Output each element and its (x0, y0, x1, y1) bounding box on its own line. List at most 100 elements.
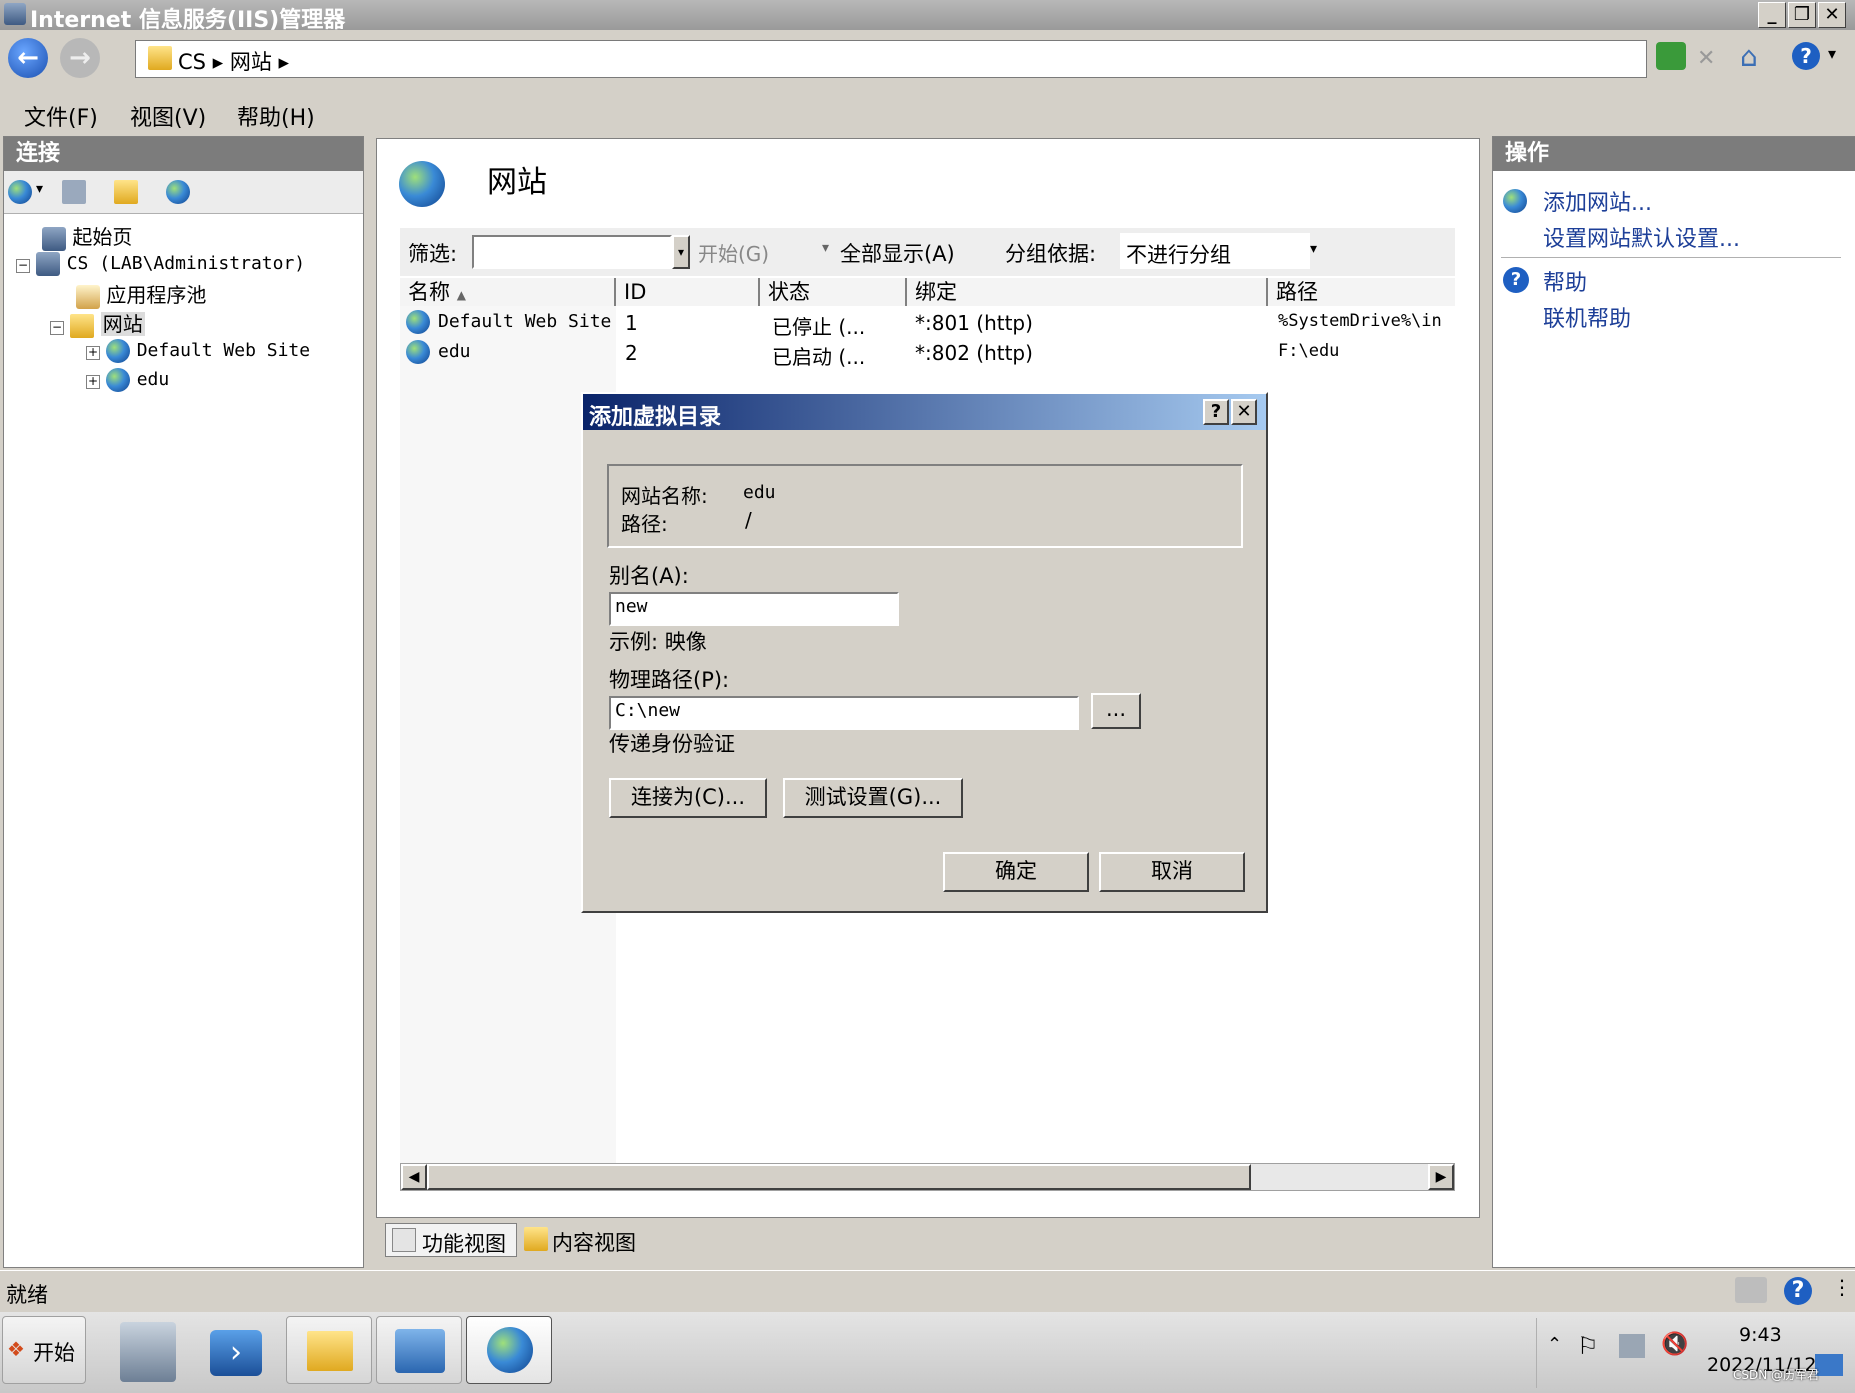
actions-header: 操作 (1493, 137, 1855, 171)
breadcrumb: CS ▸ 网站 ▸ (178, 50, 290, 74)
alias-example: 示例: 映像 (609, 630, 707, 654)
column-header-id[interactable]: ID (616, 278, 760, 306)
connect-dropdown-icon[interactable]: ▾ (36, 181, 43, 197)
collapse-icon[interactable]: − (16, 259, 30, 273)
watermark: CSDN @历军君 (1733, 1368, 1820, 1382)
physical-path-value: C:\new (615, 700, 681, 721)
tree-label: CS (LAB\Administrator) (66, 253, 306, 274)
tree-item-app-pools[interactable]: 应用程序池 (76, 279, 206, 309)
content-view-tab[interactable]: 内容视图 (520, 1223, 652, 1257)
disconnect-icon[interactable] (166, 180, 190, 204)
cell-status: 已启动 (... (772, 345, 866, 369)
menu-help[interactable]: 帮助(H) (237, 100, 315, 132)
show-desktop-icon[interactable] (1815, 1354, 1843, 1376)
connect-as-button[interactable]: 连接为(C)... (609, 778, 767, 818)
ok-button[interactable]: 确定 (943, 852, 1089, 892)
cancel-button[interactable]: 取消 (1099, 852, 1245, 892)
start-dropdown-icon[interactable]: ▾ (822, 240, 829, 256)
forward-arrow-icon[interactable]: → (60, 38, 100, 78)
system-tray: ⌃ ⚐ 🔇 9:43 2022/11/12 CSDN @历军君 (1536, 1318, 1855, 1388)
expand-icon[interactable]: + (86, 375, 100, 389)
iis-manager-task[interactable] (466, 1316, 552, 1384)
help-dropdown-icon[interactable]: ▾ (1828, 44, 1836, 63)
alias-input-value: new (615, 596, 648, 617)
online-help-link[interactable]: 联机帮助 (1543, 301, 1631, 333)
tree-item-server[interactable]: − CS (LAB\Administrator) (16, 250, 305, 278)
cell-path: F:\edu (1278, 341, 1340, 361)
start-button[interactable]: ❖ 开始 (2, 1316, 86, 1384)
column-header-status[interactable]: 状态 (760, 278, 907, 306)
minimize-button[interactable]: _ (1758, 2, 1786, 28)
status-help-icon[interactable]: ? (1784, 1277, 1812, 1305)
scroll-thumb[interactable] (427, 1164, 1251, 1190)
flag-icon[interactable]: ⚐ (1577, 1332, 1599, 1360)
tree-label: 起始页 (72, 225, 133, 249)
group-dropdown-icon[interactable]: ▾ (1310, 241, 1317, 257)
scroll-left-icon[interactable]: ◀ (401, 1164, 427, 1190)
control-panel-task[interactable] (376, 1316, 462, 1384)
show-all-button[interactable]: 全部显示(A) (840, 238, 955, 268)
physical-path-label: 物理路径(P): (609, 668, 730, 692)
expand-icon[interactable]: + (86, 346, 100, 360)
refresh-icon[interactable] (1656, 42, 1686, 70)
home-icon[interactable]: ⌂ (1740, 40, 1758, 73)
column-header-binding[interactable]: 绑定 (907, 278, 1268, 306)
horizontal-scrollbar[interactable]: ◀ ▶ (400, 1163, 1455, 1191)
up-level-icon[interactable] (114, 180, 138, 204)
cell-binding: *:802 (http) (915, 341, 1033, 365)
show-hidden-icons[interactable]: ⌃ (1547, 1334, 1562, 1355)
actions-panel: 操作 添加网站... 设置网站默认设置... ? 帮助 联机帮助 (1492, 136, 1855, 1268)
connect-icon[interactable] (8, 180, 32, 204)
help-link[interactable]: 帮助 (1543, 265, 1587, 297)
speaker-muted-icon[interactable]: 🔇 (1661, 1332, 1688, 1357)
alias-label: 别名(A): (609, 564, 689, 588)
table-row[interactable]: edu 2 已启动 (... *:802 (http) F:\edu (400, 338, 1455, 369)
alias-input[interactable]: new (609, 592, 899, 626)
tree-item-edu[interactable]: + edu (86, 366, 169, 394)
site-globe-icon (106, 367, 131, 392)
start-filter-button[interactable]: 开始(G) (698, 238, 769, 267)
dialog-help-button[interactable]: ? (1203, 399, 1229, 425)
features-view-tab[interactable]: 功能视图 (385, 1223, 517, 1257)
address-bar[interactable]: CS ▸ 网站 ▸ (135, 40, 1647, 78)
filter-input[interactable] (472, 235, 672, 269)
test-settings-button[interactable]: 测试设置(G)... (783, 778, 963, 818)
cell-status: 已停止 (... (772, 315, 866, 339)
connections-panel: 连接 ▾ 起始页 − CS (LAB\Administrator) 应用程序池 … (3, 136, 364, 1268)
cell-id: 2 (625, 341, 638, 365)
add-site-link[interactable]: 添加网站... (1543, 185, 1652, 217)
group-by-select[interactable]: 不进行分组 ▾ (1120, 233, 1317, 269)
filter-dropdown-icon[interactable]: ▾ (672, 235, 690, 269)
control-panel-icon (395, 1329, 445, 1373)
keyboard-icon[interactable] (1735, 1277, 1767, 1303)
iis-app-icon (4, 3, 26, 25)
explorer-task[interactable] (286, 1316, 372, 1384)
close-window-button[interactable]: ✕ (1818, 2, 1846, 28)
network-icon[interactable] (1619, 1334, 1645, 1358)
help-icon[interactable]: ? (1792, 42, 1820, 70)
collapse-icon[interactable]: − (50, 321, 64, 335)
back-arrow-icon[interactable]: ← (8, 38, 48, 78)
add-virtual-directory-dialog: 添加虚拟目录 ? ✕ 网站名称: edu 路径: / 别名(A): new 示例… (581, 392, 1268, 913)
tree-item-sites[interactable]: − 网站 (50, 308, 145, 338)
tree-item-default-site[interactable]: + Default Web Site (86, 337, 310, 365)
save-icon[interactable] (62, 180, 86, 204)
table-row[interactable]: Default Web Site 1 已停止 (... *:801 (http)… (400, 308, 1455, 339)
menu-file[interactable]: 文件(F) (24, 100, 98, 132)
server-manager-icon[interactable] (120, 1322, 176, 1382)
scroll-right-icon[interactable]: ▶ (1428, 1164, 1454, 1190)
restore-button[interactable]: ❐ (1788, 2, 1816, 28)
menu-view[interactable]: 视图(V) (130, 100, 206, 132)
column-header-path[interactable]: 路径 (1268, 278, 1455, 306)
windows-logo-icon: ❖ (7, 1337, 25, 1361)
dialog-close-button[interactable]: ✕ (1231, 399, 1257, 425)
column-header-name[interactable]: 名称 ▲ (400, 278, 616, 306)
site-started-icon (406, 340, 430, 364)
stop-icon[interactable]: ✕ (1697, 46, 1715, 71)
powershell-icon[interactable]: › (210, 1330, 262, 1376)
set-defaults-link[interactable]: 设置网站默认设置... (1543, 221, 1740, 253)
iis-manager-icon (487, 1327, 533, 1373)
physical-path-input[interactable]: C:\new (609, 696, 1079, 730)
browse-button[interactable]: ... (1091, 693, 1141, 729)
tree-item-start-page[interactable]: 起始页 (42, 221, 133, 251)
